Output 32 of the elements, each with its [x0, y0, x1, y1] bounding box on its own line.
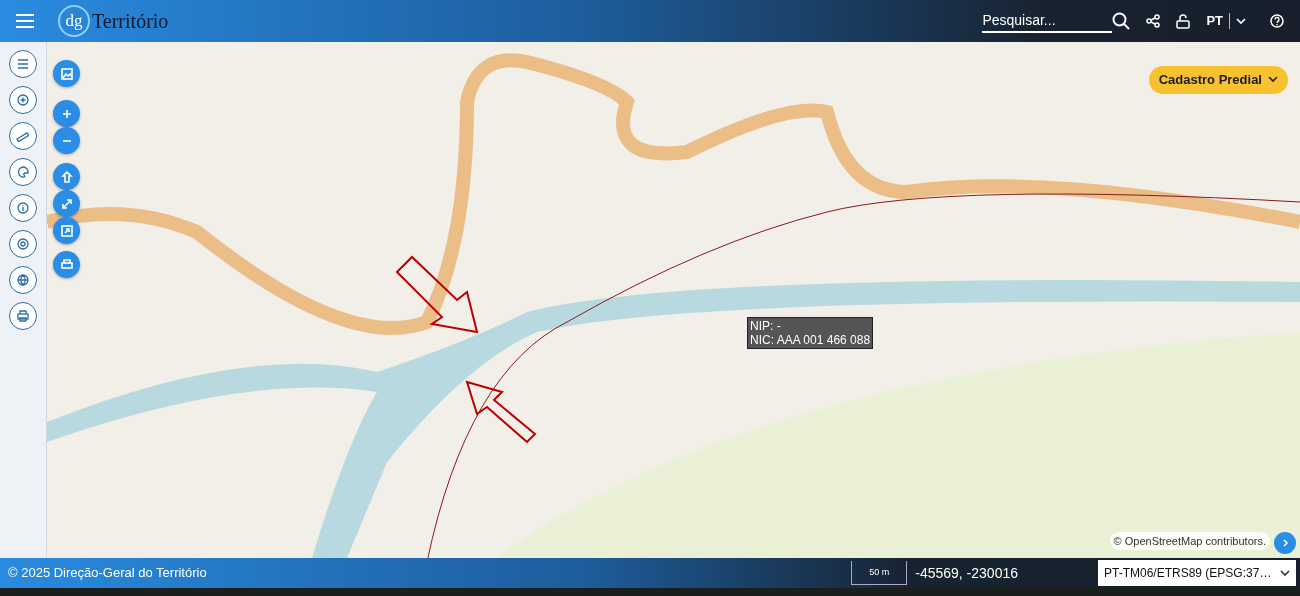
logo-mark: dg: [58, 5, 90, 37]
coordinates-text: -45569, -230016: [915, 563, 1019, 583]
tooltip-line: NIC: AAA 001 466 088: [750, 333, 871, 347]
info-icon[interactable]: [9, 194, 37, 222]
menu-icon[interactable]: [16, 14, 34, 28]
projection-dropdown[interactable]: PT-TM06/ETRS89 (EPSG:37…: [1098, 560, 1296, 586]
logo-text: Território: [92, 9, 169, 34]
globe-icon[interactable]: [9, 266, 37, 294]
copyright-text: © 2025 Direção-Geral do Território: [8, 564, 207, 583]
search-field[interactable]: Pesquisar...: [982, 9, 1131, 33]
list-icon[interactable]: [9, 50, 37, 78]
layer-dropdown[interactable]: Cadastro Predial: [1148, 66, 1288, 94]
chevron-down-icon: [1268, 76, 1278, 84]
printer-icon[interactable]: [9, 302, 37, 330]
ruler-icon[interactable]: [9, 122, 37, 150]
search-icon[interactable]: [1112, 12, 1131, 30]
chevron-down-icon: [1280, 569, 1290, 577]
padlock-icon[interactable]: [1176, 13, 1191, 29]
image-icon[interactable]: [53, 60, 80, 87]
zoom-out-icon[interactable]: [53, 127, 80, 154]
printer-icon[interactable]: [53, 251, 80, 278]
share-icon[interactable]: [1146, 14, 1161, 28]
scale-bar: 50 m: [851, 561, 908, 585]
tooltip-line: NIP: -: [750, 319, 782, 333]
palette-icon[interactable]: [9, 158, 37, 186]
language-selector[interactable]: PT: [1206, 11, 1246, 31]
help-icon[interactable]: [1270, 14, 1284, 28]
target-icon[interactable]: [9, 230, 37, 258]
plus-circle-icon[interactable]: [9, 86, 37, 114]
fit-extent-icon[interactable]: [53, 217, 80, 244]
chevron-down-icon: [1236, 17, 1246, 25]
zoom-in-icon[interactable]: [53, 100, 80, 127]
